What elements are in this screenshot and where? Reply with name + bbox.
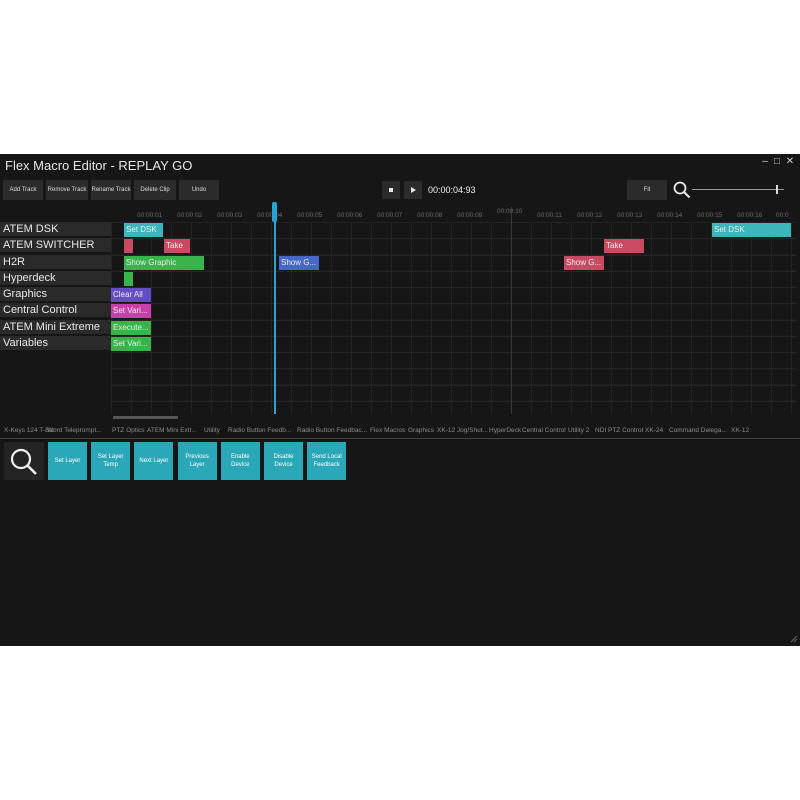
resize-grip-icon[interactable] <box>790 635 798 643</box>
command-tile[interactable]: Send Local Feedback <box>307 442 347 480</box>
command-tile[interactable]: Disable Device <box>264 442 303 480</box>
command-tile[interactable]: Previous Layer <box>177 442 217 480</box>
command-tile[interactable]: Set Layer <box>48 442 87 480</box>
macro-editor-window: Flex Macro Editor - REPLAY GO – □ ✕ Add … <box>0 154 800 646</box>
command-tile[interactable]: Set Layer Temp <box>91 442 131 480</box>
command-tile[interactable]: Enable Device <box>220 442 260 480</box>
command-palette: Set Layer Set Layer Temp Next Layer Previou… <box>0 154 800 494</box>
command-tile[interactable]: Next Layer <box>134 442 174 480</box>
